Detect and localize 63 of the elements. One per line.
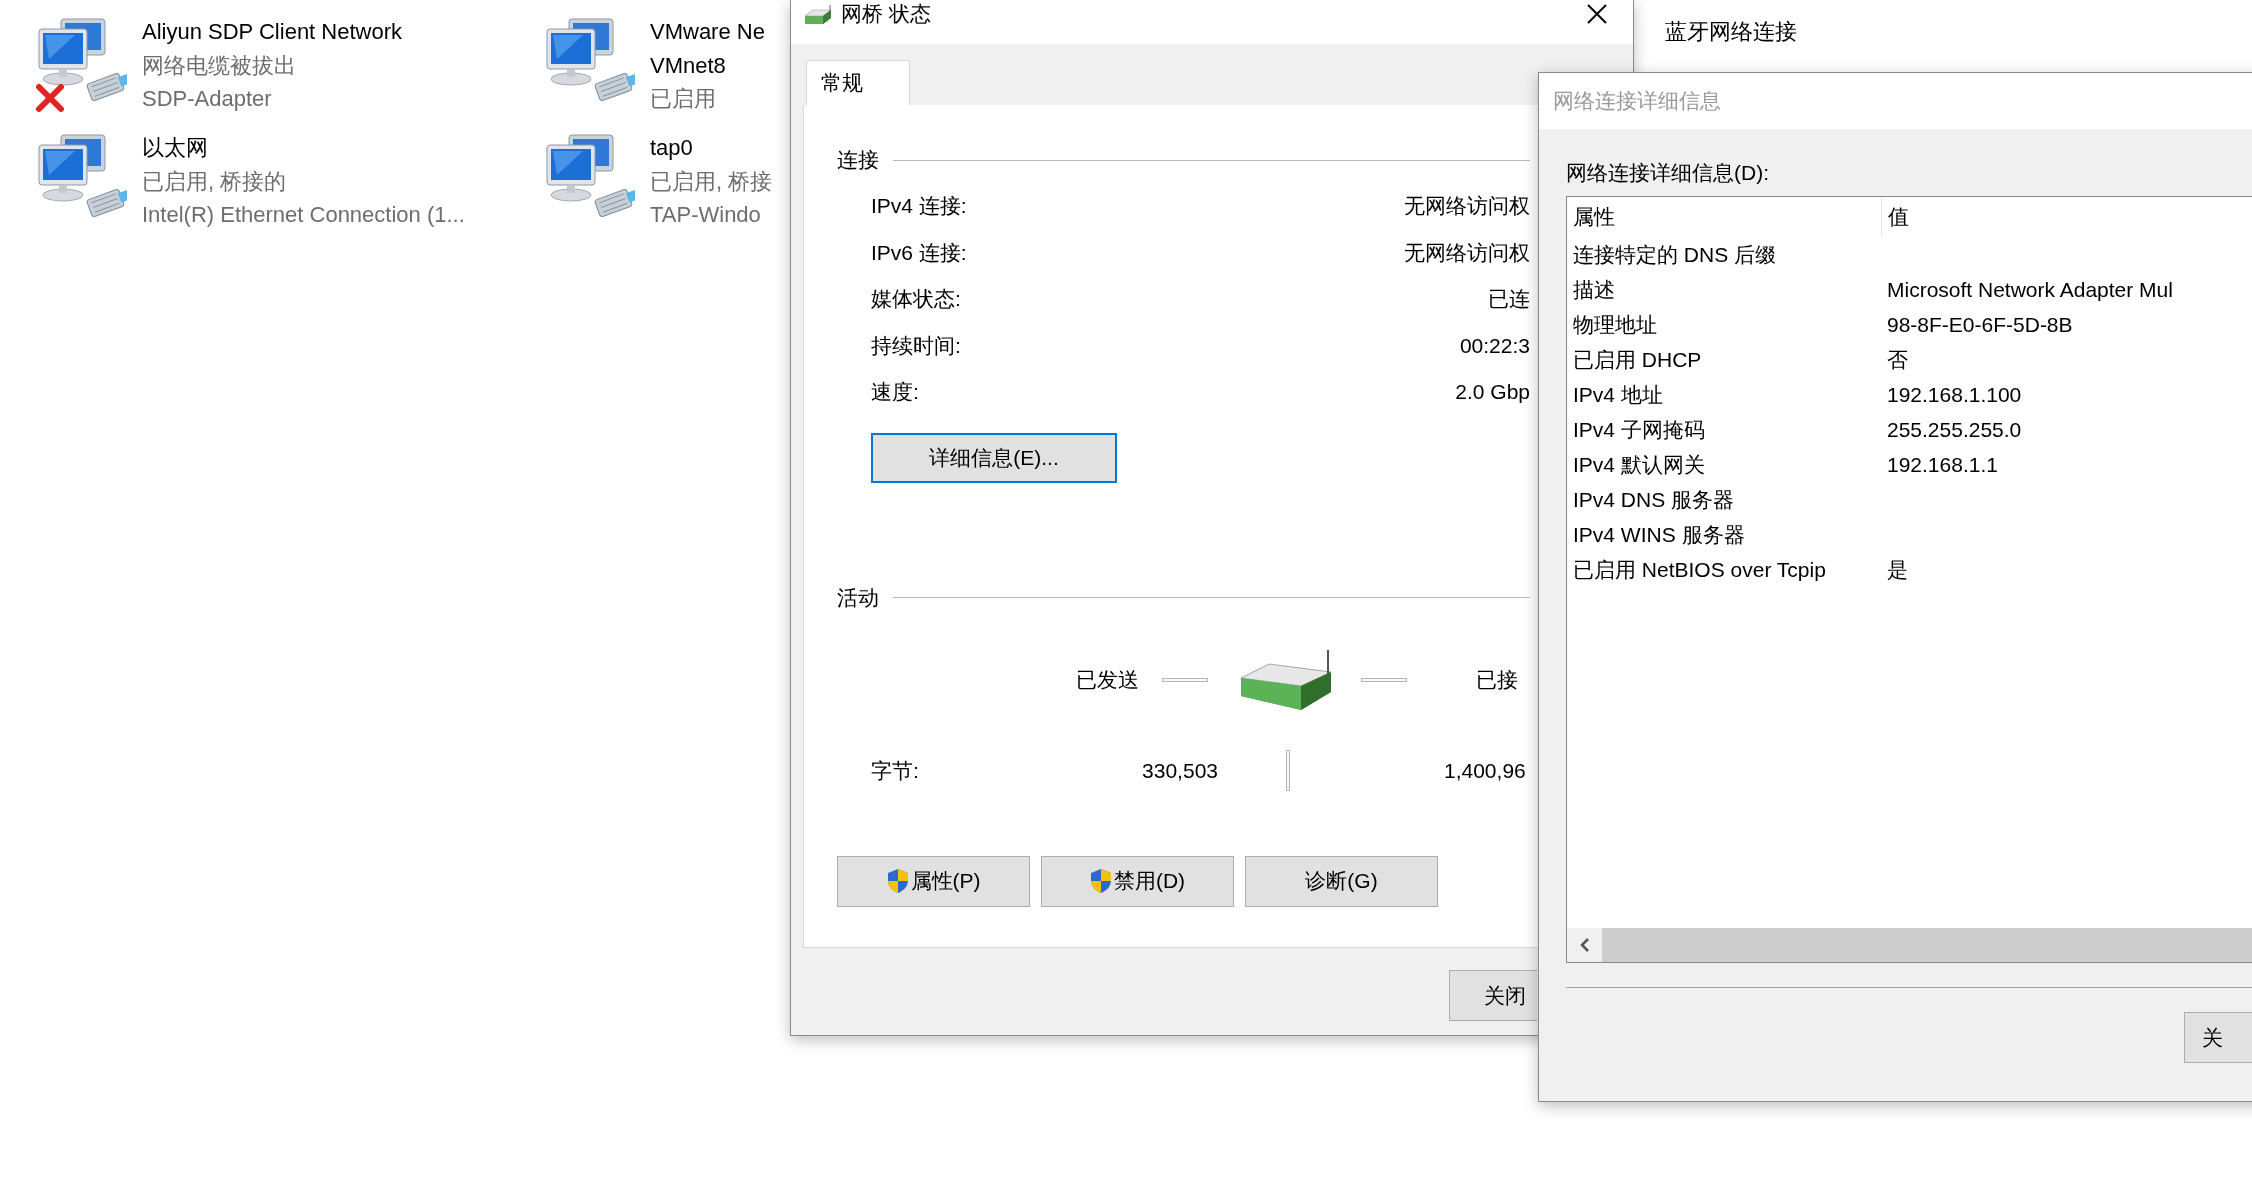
value-cell-text: 255.255.255.0 xyxy=(1886,417,2023,442)
value-cell-text: 192.168.1.100 xyxy=(1886,382,2023,407)
bytes-received: 1,400,96 xyxy=(1444,758,1526,783)
field-label: IPv4 连接: xyxy=(871,193,967,220)
property-cell-text: IPv4 地址 xyxy=(1572,381,1664,408)
connection-name: VMware Ne xyxy=(650,18,765,46)
caret-left-icon xyxy=(1578,937,1591,953)
connection-name: Aliyun SDP Client Network xyxy=(142,18,403,46)
value-cell-text: 192.168.1.1 xyxy=(1886,452,1999,477)
property-cell-text: IPv4 子网掩码 xyxy=(1572,416,1706,443)
section-heading: 活动 xyxy=(837,584,879,611)
bytes-label: 字节: xyxy=(871,757,920,784)
field-value: 2.0 Gbp xyxy=(1455,380,1530,405)
close-button[interactable]: 关闭 xyxy=(1449,970,1537,1021)
bytes-sent: 330,503 xyxy=(1141,758,1218,783)
section-heading: 连接 xyxy=(837,147,879,173)
connection-name: 蓝牙网络连接 xyxy=(1665,18,1797,46)
sent-label: 已发送 xyxy=(1076,666,1140,693)
connection-detail: 已启用 xyxy=(650,85,717,113)
details-button[interactable]: 详细信息(E)... xyxy=(871,432,1117,483)
list-label: 网络连接详细信息(D): xyxy=(1566,160,1770,186)
property-cell-text: IPv4 DNS 服务器 xyxy=(1572,486,1736,513)
action-button[interactable]: 属性(P) xyxy=(837,855,1030,907)
scroll-left-button[interactable] xyxy=(1567,928,1602,962)
field-value: 无网络访问权 xyxy=(1404,239,1530,266)
property-cell-text: 已启用 DHCP xyxy=(1572,346,1703,373)
connection-detail: 网络电缆被拔出 xyxy=(142,51,297,80)
property-cell-text: 物理地址 xyxy=(1572,311,1658,338)
value-cell-text: 是 xyxy=(1886,556,1909,583)
tab[interactable]: 常规 xyxy=(806,60,910,105)
column-header[interactable]: 属性 xyxy=(1567,197,1881,237)
connection-detail: Intel(R) Ethernet Connection (1... xyxy=(142,201,465,229)
connection-name: tap0 xyxy=(650,134,694,162)
close-button[interactable]: 关 xyxy=(2184,1012,2252,1063)
field-value: 00:22:3 xyxy=(1459,333,1530,358)
router-icon xyxy=(803,4,833,26)
field-label: 媒体状态: xyxy=(871,286,961,313)
window-title: 网桥 状态 xyxy=(841,1,931,27)
connection-name: 以太网 xyxy=(142,134,209,162)
property-cell-text: 已启用 NetBIOS over Tcpip xyxy=(1572,556,1827,583)
connection-name: VMnet8 xyxy=(650,51,727,80)
connection-detail: TAP-Windo xyxy=(650,201,762,229)
received-label: 已接 xyxy=(1476,666,1518,693)
value-cell-text: 否 xyxy=(1886,346,1909,373)
connection-detail: 已启用, 桥接的 xyxy=(142,167,288,196)
property-cell-text: IPv4 默认网关 xyxy=(1572,451,1706,478)
action-button[interactable]: 禁用(D) xyxy=(1041,855,1234,907)
field-label: 持续时间: xyxy=(871,332,961,359)
column-header[interactable]: 值 xyxy=(1881,197,2252,237)
value-cell-text: 98-8F-E0-6F-5D-8B xyxy=(1886,312,2074,337)
action-button[interactable]: 诊断(G) xyxy=(1245,855,1438,907)
connection-detail: SDP-Adapter xyxy=(142,85,273,113)
window-title: 网络连接详细信息 xyxy=(1553,88,1721,114)
field-value: 无网络访问权 xyxy=(1404,193,1530,220)
field-label: 速度: xyxy=(871,379,919,406)
horizontal-scrollbar[interactable] xyxy=(1567,928,2252,962)
field-label: IPv6 连接: xyxy=(871,239,967,266)
property-cell-text: 描述 xyxy=(1572,276,1616,303)
field-value: 已连 xyxy=(1488,286,1530,313)
value-cell-text: Microsoft Network Adapter Mul xyxy=(1886,277,2174,302)
property-cell-text: IPv4 WINS 服务器 xyxy=(1572,521,1746,548)
connection-detail: 已启用, 桥接 xyxy=(650,167,773,196)
property-cell-text: 连接特定的 DNS 后缀 xyxy=(1572,241,1777,268)
